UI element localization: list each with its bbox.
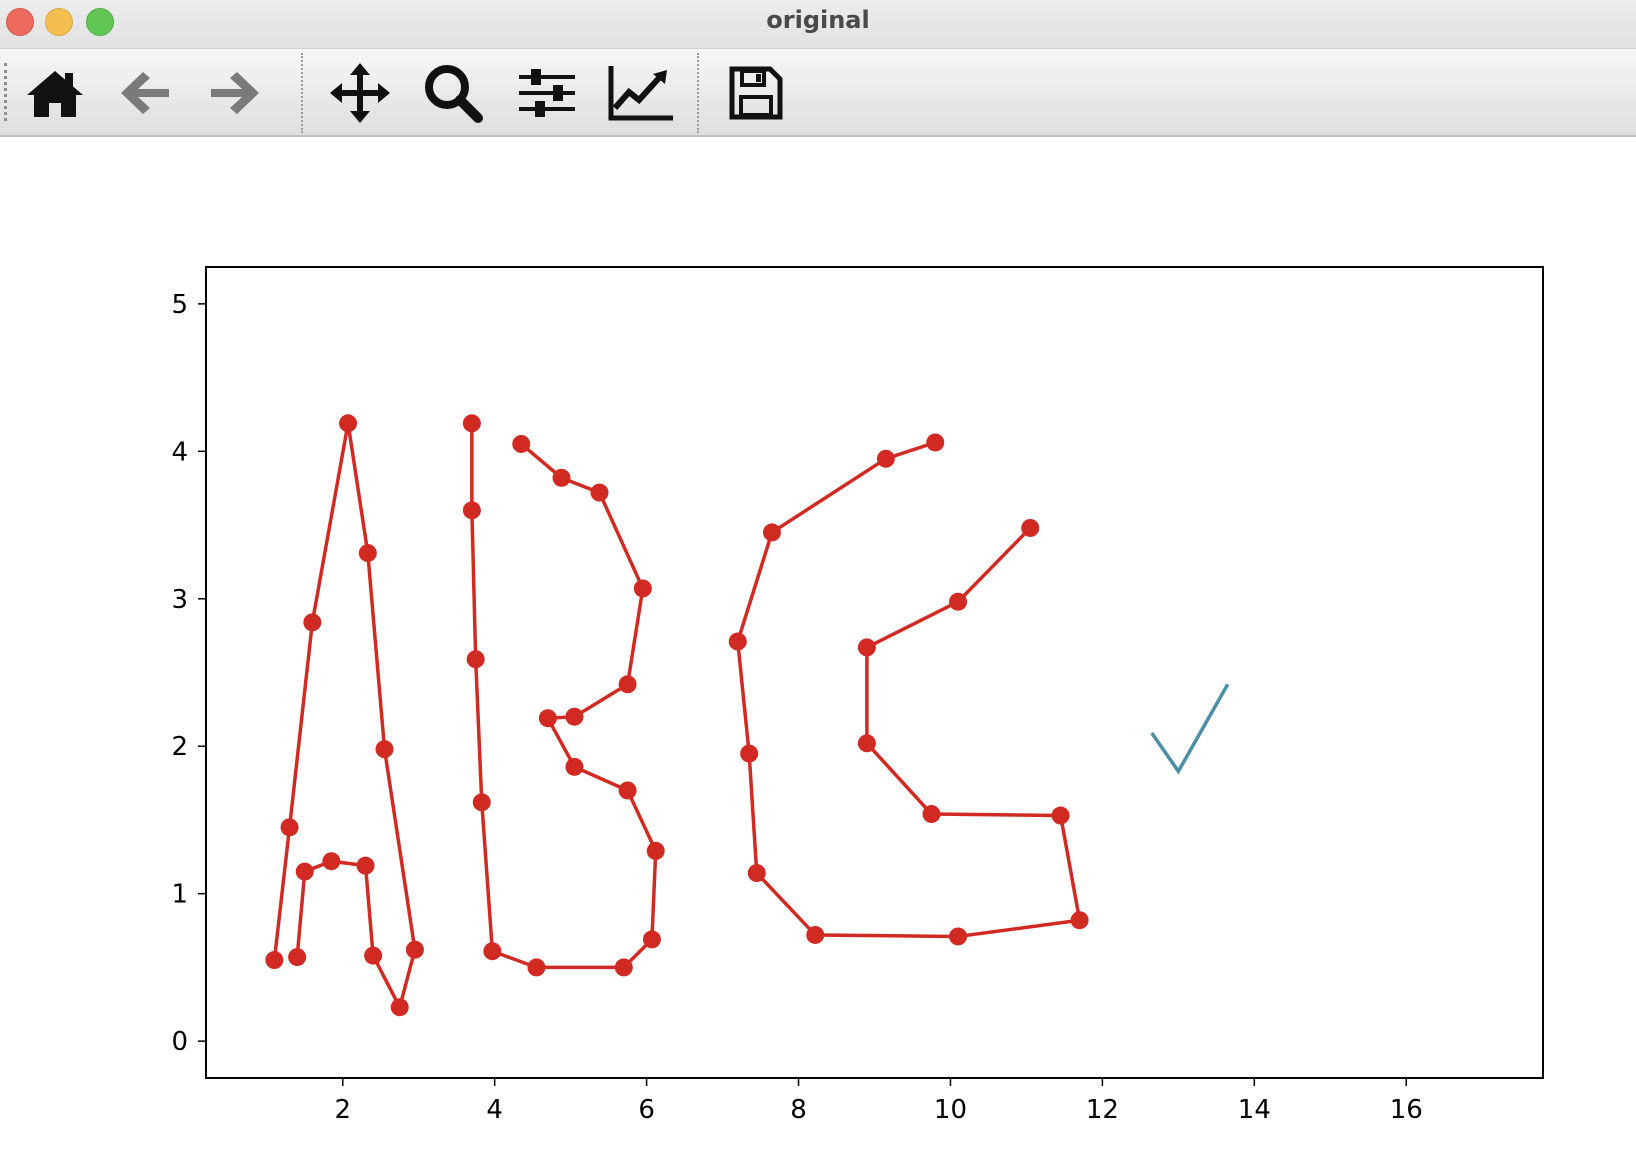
data-point xyxy=(565,757,584,776)
data-point xyxy=(472,793,491,812)
data-point xyxy=(527,958,546,977)
home-button[interactable] xyxy=(20,61,90,125)
data-point xyxy=(288,948,307,967)
data-point xyxy=(1070,911,1089,930)
data-point xyxy=(358,544,377,563)
data-point xyxy=(618,675,637,694)
data-point xyxy=(1051,806,1070,825)
configure-subplots-button[interactable] xyxy=(512,61,582,125)
data-point xyxy=(565,707,584,726)
data-point xyxy=(747,864,766,883)
window-title: original xyxy=(766,6,870,34)
x-tick-label: 4 xyxy=(486,1095,503,1125)
data-point xyxy=(552,468,571,487)
x-tick-label: 12 xyxy=(1086,1095,1119,1125)
data-point xyxy=(618,781,637,800)
data-point xyxy=(295,862,314,881)
data-point xyxy=(922,805,941,824)
y-tick-label: 2 xyxy=(171,732,188,762)
axes-frame xyxy=(205,266,1544,1079)
navigation-toolbar xyxy=(0,49,1636,137)
data-point xyxy=(614,958,633,977)
data-point xyxy=(728,632,747,651)
x-tick-label: 2 xyxy=(334,1095,351,1125)
x-tick-label: 10 xyxy=(934,1095,967,1125)
data-point xyxy=(280,818,299,837)
data-point xyxy=(339,414,358,433)
y-tick-label: 0 xyxy=(171,1027,188,1057)
pan-button[interactable] xyxy=(325,61,395,125)
toolbar-grip[interactable] xyxy=(4,63,7,121)
y-tick-label: 3 xyxy=(171,585,188,615)
x-tick-label: 14 xyxy=(1238,1095,1271,1125)
line-plot[interactable]: 2 4 6 8 10 12 14 16012345 xyxy=(0,137,1636,1146)
data-point xyxy=(462,501,481,520)
data-point xyxy=(405,940,424,959)
data-point xyxy=(857,638,876,657)
data-point xyxy=(375,740,394,759)
x-tick-label: 16 xyxy=(1390,1095,1423,1125)
data-point xyxy=(512,434,531,453)
data-point xyxy=(466,650,485,669)
sliders-icon xyxy=(519,69,575,117)
data-point xyxy=(364,946,383,965)
data-point xyxy=(633,579,652,598)
y-tick-label: 4 xyxy=(171,437,188,467)
home-icon xyxy=(27,71,83,117)
data-point xyxy=(390,998,409,1017)
data-point xyxy=(642,930,661,949)
data-point xyxy=(303,613,322,632)
data-point xyxy=(949,592,968,611)
data-point xyxy=(483,942,502,961)
forward-button[interactable] xyxy=(200,61,270,125)
data-point xyxy=(322,852,341,871)
toolbar-separator xyxy=(301,53,303,133)
data-point xyxy=(356,856,375,875)
data-point xyxy=(762,523,781,542)
arrow-right-icon xyxy=(211,72,259,114)
y-tick-label: 1 xyxy=(171,880,188,910)
move-arrows-icon xyxy=(330,63,390,123)
arrow-left-icon xyxy=(121,72,169,114)
y-tick-label: 5 xyxy=(171,290,188,320)
data-point xyxy=(462,414,481,433)
toolbar-separator xyxy=(697,53,699,133)
window-titlebar: original xyxy=(0,0,1636,49)
magnifier-icon xyxy=(425,65,483,123)
save-button[interactable] xyxy=(721,61,791,125)
data-point xyxy=(806,925,825,944)
x-tick-label: 6 xyxy=(638,1095,655,1125)
data-point xyxy=(876,449,895,468)
data-point xyxy=(857,734,876,753)
floppy-disk-icon xyxy=(729,66,783,120)
data-point xyxy=(590,483,609,502)
data-point xyxy=(949,927,968,946)
data-point xyxy=(1021,518,1040,537)
data-point xyxy=(740,744,759,763)
line-chart-icon xyxy=(608,66,673,121)
back-button[interactable] xyxy=(110,61,180,125)
zoom-button[interactable] xyxy=(418,61,488,125)
edit-axes-button[interactable] xyxy=(606,61,676,125)
figure-canvas[interactable]: 2 4 6 8 10 12 14 16 0 1 2 3 4 5 xyxy=(0,137,1636,1146)
data-point xyxy=(265,951,284,970)
data-point xyxy=(538,709,557,728)
data-point xyxy=(926,433,945,452)
data-point xyxy=(646,841,665,860)
x-tick-label: 8 xyxy=(790,1095,807,1125)
